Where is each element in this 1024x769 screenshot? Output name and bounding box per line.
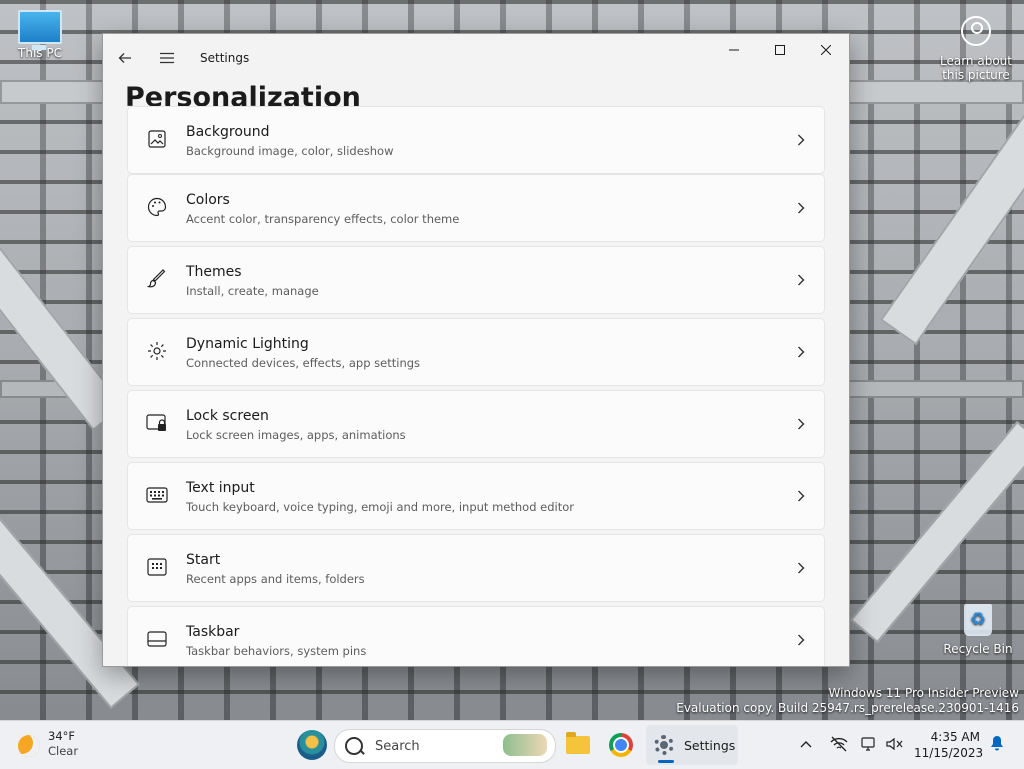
volume-button[interactable]	[884, 733, 906, 755]
chevron-right-icon	[794, 485, 808, 507]
clock-time: 4:35 AM	[930, 730, 980, 744]
brush-icon	[146, 268, 168, 290]
weather-temp: 34°F	[48, 729, 75, 743]
settings-item-themes[interactable]: Themes Install, create, manage	[127, 246, 825, 314]
taskbar-icon	[146, 628, 168, 650]
search-icon	[345, 737, 363, 755]
network-offline-icon	[830, 736, 848, 752]
hamburger-icon	[160, 52, 174, 64]
settings-item-dynamic-lighting[interactable]: Dynamic Lighting Connected devices, effe…	[127, 318, 825, 386]
item-title: Start	[186, 552, 221, 568]
navigation-menu-button[interactable]	[153, 44, 181, 72]
close-button[interactable]	[803, 34, 849, 66]
weather-condition: Clear	[48, 744, 79, 758]
display-icon	[861, 737, 875, 751]
item-title: Colors	[186, 192, 230, 208]
settings-taskbar-button[interactable]: Settings	[646, 725, 738, 765]
notification-button[interactable]	[988, 734, 1006, 752]
item-title: Text input	[186, 480, 255, 496]
settings-item-lock-screen[interactable]: Lock screen Lock screen images, apps, an…	[127, 390, 825, 458]
maximize-button[interactable]	[757, 34, 803, 66]
active-indicator	[658, 760, 674, 763]
desktop-icon-this-pc[interactable]: This PC	[12, 10, 68, 60]
watermark-line1: Windows 11 Pro Insider Preview	[828, 686, 1019, 700]
back-button[interactable]	[111, 44, 139, 72]
settings-item-taskbar[interactable]: Taskbar Taskbar behaviors, system pins	[127, 606, 825, 666]
weather-widget[interactable]: 34°F Clear	[18, 729, 78, 759]
taskbar-clock[interactable]: 4:35 AM 11/15/2023	[914, 729, 984, 761]
item-subtitle: Recent apps and items, folders	[186, 572, 365, 586]
lighting-icon	[146, 340, 168, 362]
search-highlight-image	[503, 734, 547, 756]
taskbar-search[interactable]: Search	[334, 729, 556, 763]
volume-muted-icon	[886, 737, 903, 751]
show-hidden-icons-button[interactable]	[795, 733, 817, 755]
item-title: Lock screen	[186, 408, 269, 424]
lock-screen-icon	[146, 412, 168, 434]
minimize-icon	[729, 49, 739, 51]
chrome-button[interactable]	[603, 727, 639, 763]
settings-taskbar-label: Settings	[684, 737, 736, 753]
image-icon	[146, 128, 168, 150]
gear-icon	[654, 735, 674, 755]
learn-label-line1: Learn about	[940, 54, 1012, 68]
chevron-right-icon	[794, 269, 808, 291]
desktop-icon-recycle-bin[interactable]: ♻ Recycle Bin	[940, 604, 1016, 656]
learn-label-line2: this picture	[942, 68, 1010, 82]
settings-item-text-input[interactable]: Text input Touch keyboard, voice typing,…	[127, 462, 825, 530]
computer-icon	[18, 10, 62, 50]
keyboard-icon	[146, 484, 168, 506]
item-title: Taskbar	[186, 624, 240, 640]
display-button[interactable]	[858, 733, 880, 755]
item-subtitle: Background image, color, slideshow	[186, 144, 394, 158]
start-icon	[146, 556, 168, 578]
chevron-right-icon	[794, 557, 808, 579]
chevron-right-icon	[794, 341, 808, 363]
moon-icon	[18, 735, 40, 757]
settings-item-background[interactable]: Background Background image, color, slid…	[127, 106, 825, 174]
item-title: Themes	[186, 264, 242, 280]
folder-icon	[566, 732, 590, 754]
chevron-right-icon	[794, 629, 808, 651]
chevron-up-icon	[800, 741, 812, 748]
copilot-icon	[297, 730, 327, 760]
title-bar[interactable]: Settings	[103, 34, 849, 82]
item-subtitle: Lock screen images, apps, animations	[186, 428, 406, 442]
settings-item-start[interactable]: Start Recent apps and items, folders	[127, 534, 825, 602]
chevron-right-icon	[794, 197, 808, 219]
chevron-right-icon	[794, 129, 808, 151]
back-arrow-icon	[118, 53, 131, 63]
item-subtitle: Install, create, manage	[186, 284, 319, 298]
search-label: Search	[375, 738, 420, 754]
bell-icon	[991, 736, 1003, 751]
network-button[interactable]	[828, 733, 850, 755]
item-subtitle: Connected devices, effects, app settings	[186, 356, 421, 370]
watermark-line2: Evaluation copy. Build 25947.rs_prerelea…	[676, 701, 1019, 715]
camera-icon	[961, 16, 991, 46]
item-subtitle: Accent color, transparency effects, colo…	[186, 212, 460, 226]
item-title: Dynamic Lighting	[186, 336, 309, 352]
widgets-button[interactable]	[294, 727, 330, 763]
desktop-icon-label: Recycle Bin	[943, 642, 1013, 656]
maximize-icon	[775, 45, 785, 55]
learn-about-picture[interactable]: Learn about this picture	[936, 12, 1016, 82]
chevron-right-icon	[794, 413, 808, 435]
palette-icon	[146, 196, 168, 218]
minimize-button[interactable]	[711, 34, 757, 66]
taskbar: 34°F Clear Search Settings 4:35 AM 11/15…	[0, 720, 1024, 769]
item-subtitle: Taskbar behaviors, system pins	[186, 644, 367, 658]
app-title: Settings	[200, 51, 250, 65]
settings-window: Settings Personalization Background Back…	[102, 33, 850, 667]
close-icon	[821, 45, 831, 55]
file-explorer-button[interactable]	[560, 727, 596, 763]
os-watermark: Windows 11 Pro Insider Preview Evaluatio…	[676, 686, 1019, 716]
recycle-bin-icon: ♻	[964, 604, 992, 636]
item-title: Background	[186, 124, 270, 140]
item-subtitle: Touch keyboard, voice typing, emoji and …	[186, 500, 575, 514]
chrome-icon	[609, 733, 633, 757]
clock-date: 11/15/2023	[914, 746, 984, 760]
settings-item-colors[interactable]: Colors Accent color, transparency effect…	[127, 174, 825, 242]
